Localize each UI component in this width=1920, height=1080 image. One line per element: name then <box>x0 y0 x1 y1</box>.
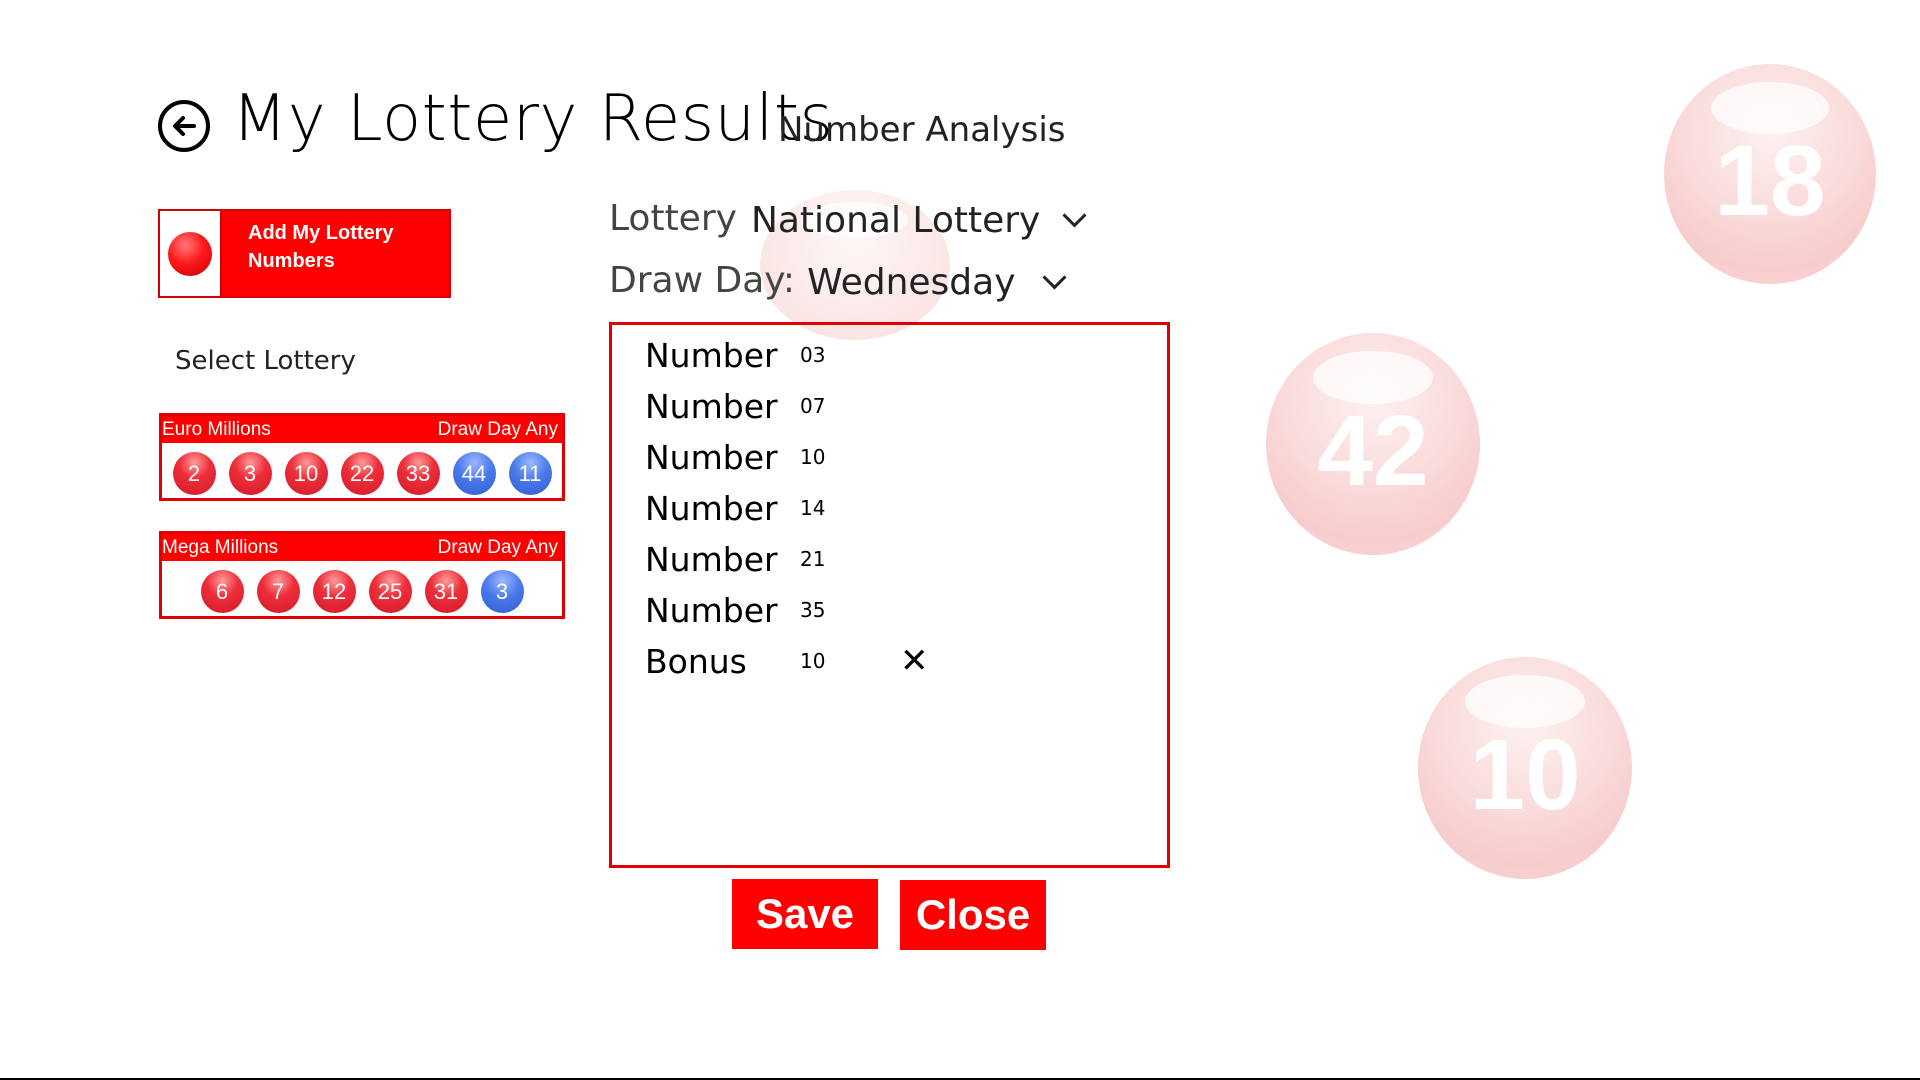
chevron-down-icon <box>1062 203 1087 228</box>
lottery-ball: 12 <box>312 570 356 613</box>
lottery-dropdown-value: National Lottery <box>750 200 1041 241</box>
lottery-ball: 6 <box>200 570 244 613</box>
page-title: My Lottery Results <box>232 82 834 156</box>
background-ball: 10 <box>1418 657 1632 879</box>
list-item[interactable]: Number 10 <box>645 437 860 477</box>
lottery-ball: 33 <box>396 452 440 495</box>
lottery-ball-bonus: 11 <box>508 452 552 495</box>
lottery-ball: 3 <box>228 452 272 495</box>
number-list-panel: Number 03 Number 07 Number 10 Number 14 … <box>609 322 1170 868</box>
lottery-dropdown[interactable]: Lottery National Lottery <box>609 196 1087 241</box>
lottery-ball: 7 <box>256 570 300 613</box>
red-ball-icon <box>160 211 222 296</box>
select-lottery-label: Select Lottery <box>175 346 356 376</box>
lottery-ball-bonus: 3 <box>480 570 524 613</box>
list-item[interactable]: Number 21 <box>645 539 860 579</box>
list-item[interactable]: Number 35 <box>645 590 860 630</box>
lottery-card-euro-millions[interactable]: Euro Millions Draw Day Any 2 3 10 22 33 … <box>159 413 565 501</box>
draw-day-dropdown-label: Draw Day: <box>609 260 796 301</box>
list-item[interactable]: Number 14 <box>645 488 860 528</box>
list-item[interactable]: Number 03 <box>645 335 860 375</box>
draw-day-dropdown-value: Wednesday <box>807 262 1016 303</box>
lottery-ball-bonus: 44 <box>452 452 496 495</box>
list-item[interactable]: Number 07 <box>645 386 860 426</box>
list-item-bonus[interactable]: Bonus 10 ✕ <box>645 641 929 681</box>
add-lottery-numbers-button[interactable]: Add My Lottery Numbers <box>158 209 451 298</box>
lottery-card-mega-millions[interactable]: Mega Millions Draw Day Any 6 7 12 25 31 … <box>159 531 565 619</box>
draw-day-dropdown[interactable]: Draw Day: Wednesday <box>609 258 1067 303</box>
page-subtitle: Number Analysis <box>778 110 1066 150</box>
save-button[interactable]: Save <box>732 879 878 949</box>
lottery-ball: 25 <box>368 570 412 613</box>
back-arrow-icon <box>173 116 196 136</box>
close-icon[interactable]: ✕ <box>900 641 929 681</box>
lottery-dropdown-label: Lottery <box>609 198 737 239</box>
ball-list: 2 3 10 22 33 44 11 <box>162 452 562 495</box>
lottery-name: Euro Millions <box>162 418 271 440</box>
draw-day-text: Draw Day Any <box>437 536 558 558</box>
ball-list: 6 7 12 25 31 3 <box>162 570 562 613</box>
background-ball: 18 <box>1664 64 1876 284</box>
draw-day-text: Draw Day Any <box>437 418 558 440</box>
lottery-name: Mega Millions <box>162 536 279 558</box>
background-ball: 42 <box>1266 333 1480 555</box>
add-button-label: Add My Lottery Numbers <box>248 222 394 272</box>
close-button[interactable]: Close <box>900 880 1046 950</box>
lottery-ball: 31 <box>424 570 468 613</box>
chevron-down-icon <box>1041 265 1067 290</box>
back-button[interactable] <box>158 100 210 152</box>
lottery-ball: 2 <box>172 452 216 495</box>
lottery-ball: 22 <box>340 452 384 495</box>
lottery-ball: 10 <box>284 452 328 495</box>
